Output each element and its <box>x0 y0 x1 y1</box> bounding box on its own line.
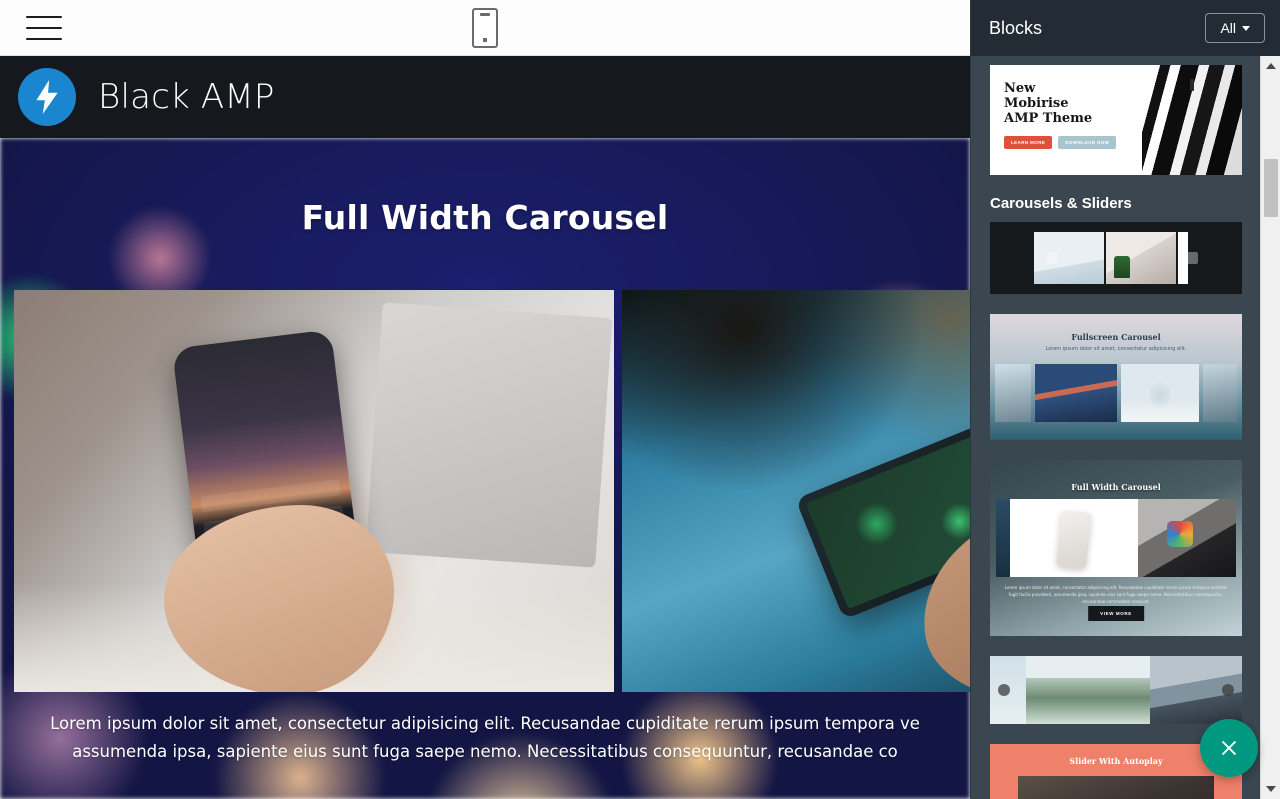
slider-autoplay-image <box>1018 776 1214 799</box>
blocks-list[interactable]: New Mobirise AMP Theme LEARN MORE DOWNLO… <box>971 56 1261 799</box>
intro-card-image <box>1142 65 1242 175</box>
slider-prev-arrow-icon[interactable] <box>998 684 1010 696</box>
full-width-carousel-caption: Lorem ipsum dolor sit amet, consectetur … <box>1004 585 1228 604</box>
block-card-image-slider[interactable] <box>990 656 1242 724</box>
amp-lightning-bolt-icon[interactable] <box>18 68 76 126</box>
intro-card-text: New Mobirise AMP Theme LEARN MORE DOWNLO… <box>990 65 1142 175</box>
thumb-image-2 <box>1010 499 1138 577</box>
block-card-fullscreen-carousel[interactable]: Fullscreen Carousel Lorem ipsum dolor si… <box>990 314 1242 440</box>
blocks-panel-header: Blocks All <box>971 0 1280 56</box>
slider-next-arrow-icon[interactable] <box>1222 684 1234 696</box>
blocks-filter-dropdown[interactable]: All <box>1205 13 1265 43</box>
hero-carousel-section: Full Width Carousel Lorem ipsum dolor si… <box>0 138 970 799</box>
editor-toolbar <box>0 0 970 56</box>
intro-card-buttons: LEARN MORE DOWNLOAD NOW <box>1004 136 1142 149</box>
intro-heading-line-3: AMP Theme <box>1004 111 1093 126</box>
chevron-down-icon <box>1242 25 1250 31</box>
blocks-panel: Blocks All New Mobirise AMP Theme LEARN … <box>970 0 1280 799</box>
learn-more-button[interactable]: LEARN MORE <box>1004 136 1053 149</box>
thumb-image-2 <box>1026 656 1150 724</box>
scroll-down-arrow-icon[interactable] <box>1261 779 1280 799</box>
slide-laptop-image <box>365 302 613 568</box>
thumb-image-1 <box>1034 232 1104 284</box>
thumb-image-1 <box>996 499 1010 577</box>
mobile-preview-icon[interactable] <box>472 8 498 48</box>
thumb-image-2 <box>1106 232 1176 284</box>
full-width-carousel-title: Full Width Carousel <box>1071 482 1161 492</box>
editor-window: Black AMP Full Width Carousel Lorem ipsu… <box>0 0 1280 799</box>
hero-caption-line-2: assumenda ipsa, sapiente eius sunt fuga … <box>72 742 898 761</box>
panel-scrollbar[interactable] <box>1260 56 1280 799</box>
block-card-carousel-basic[interactable] <box>990 222 1242 294</box>
fullscreen-carousel-title: Fullscreen Carousel <box>1071 332 1161 342</box>
scrollbar-thumb[interactable] <box>1264 159 1278 217</box>
carousel-slide-1[interactable] <box>14 290 614 692</box>
fullscreen-carousel-subtitle: Lorem ipsum dolor sit amet, consectetur … <box>1045 346 1187 352</box>
thumb-image-2 <box>1035 364 1117 422</box>
carousel-prev-arrow-icon[interactable] <box>1046 252 1058 264</box>
site-brand-title: Black AMP <box>98 77 275 117</box>
close-x-icon <box>1221 740 1237 756</box>
blocks-panel-title: Blocks <box>989 17 1043 38</box>
thumb-image-3 <box>1121 364 1199 422</box>
thumb-image-1 <box>995 364 1031 422</box>
intro-heading-line-2: Mobirise <box>1004 96 1069 111</box>
hero-title: Full Width Carousel <box>301 198 669 237</box>
download-now-button[interactable]: DOWNLOAD NOW <box>1058 136 1117 149</box>
hero-caption-line-1: Lorem ipsum dolor sit amet, consectetur … <box>50 714 920 733</box>
intro-heading-line-1: New <box>1004 81 1036 96</box>
full-width-carousel-images <box>996 499 1236 577</box>
carousel-slide-2[interactable] <box>622 290 970 692</box>
site-preview-area: Black AMP Full Width Carousel Lorem ipsu… <box>0 0 970 799</box>
scroll-up-arrow-icon[interactable] <box>1261 56 1280 76</box>
group-label-carousels-sliders: Carousels & Sliders <box>990 195 1132 212</box>
close-panel-button[interactable] <box>1200 719 1258 777</box>
carousel-next-arrow-icon[interactable] <box>1186 252 1198 264</box>
blocks-filter-label: All <box>1220 20 1236 36</box>
hamburger-menu-icon[interactable] <box>26 14 62 42</box>
site-navbar: Black AMP <box>0 56 970 138</box>
hero-caption: Lorem ipsum dolor sit amet, consectetur … <box>40 710 930 766</box>
thumb-image-3 <box>1138 499 1236 577</box>
view-more-button[interactable]: VIEW MORE <box>1088 606 1144 621</box>
block-card-new-mobirise-amp-theme[interactable]: New Mobirise AMP Theme LEARN MORE DOWNLO… <box>990 65 1242 175</box>
carousel-slides[interactable] <box>14 290 970 692</box>
block-card-full-width-carousel[interactable]: Full Width Carousel Lorem ipsum dolor si… <box>990 460 1242 636</box>
thumb-image-4 <box>1203 364 1237 422</box>
fullscreen-carousel-images <box>995 364 1237 422</box>
